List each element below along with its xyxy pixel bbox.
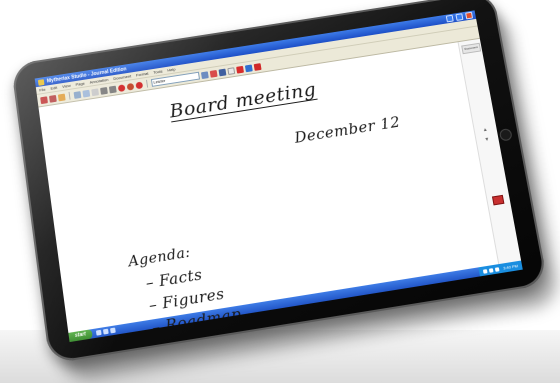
- clock: 3:40 PM: [502, 263, 519, 271]
- save-icon[interactable]: [57, 93, 66, 101]
- toolbar-separator: [146, 79, 149, 88]
- tray-icon[interactable]: [494, 266, 500, 272]
- document-tab[interactable]: Document: [461, 42, 482, 55]
- scroll-down-icon[interactable]: ▼: [484, 136, 491, 143]
- quick-launch-icon[interactable]: [102, 328, 109, 335]
- menu-help[interactable]: Help: [167, 67, 176, 73]
- toolbar-separator: [68, 91, 71, 100]
- red-pen-icon[interactable]: [135, 81, 144, 89]
- print-icon[interactable]: [73, 90, 82, 99]
- color-red-icon[interactable]: [236, 65, 244, 74]
- note-title: Board meeting: [168, 78, 318, 123]
- page-marker-icon[interactable]: [491, 194, 505, 206]
- quick-launch: [95, 327, 116, 336]
- menu-page[interactable]: Page: [75, 81, 85, 87]
- open-icon[interactable]: [48, 94, 57, 103]
- tray-icon[interactable]: [482, 268, 488, 274]
- quick-launch-icon[interactable]: [109, 327, 116, 334]
- app-icon: [37, 78, 45, 86]
- eraser-icon[interactable]: [218, 68, 227, 76]
- menu-view[interactable]: View: [62, 83, 71, 89]
- note-date: December 12: [293, 112, 402, 147]
- orange-ink-icon[interactable]: [126, 82, 135, 91]
- minimize-button[interactable]: [445, 14, 454, 23]
- menu-file[interactable]: File: [39, 87, 46, 93]
- scroll-up-icon[interactable]: ▲: [482, 127, 489, 134]
- pen-icon[interactable]: [200, 70, 209, 79]
- highlighter-icon[interactable]: [209, 69, 218, 78]
- color-blue-icon[interactable]: [244, 64, 253, 72]
- new-icon[interactable]: [40, 95, 48, 104]
- quick-launch-icon[interactable]: [95, 329, 102, 336]
- menu-format[interactable]: Format: [136, 71, 149, 78]
- menu-edit[interactable]: Edit: [50, 85, 57, 91]
- tablet-screen: Mytheriax Studio - Journal Edition File …: [34, 10, 523, 343]
- copy-icon[interactable]: [82, 89, 91, 98]
- close-button[interactable]: [465, 11, 474, 20]
- red-ink-icon[interactable]: [117, 83, 126, 92]
- color-red2-icon[interactable]: [253, 62, 262, 71]
- tray-icon[interactable]: [488, 267, 494, 273]
- agenda-heading: Agenda:: [127, 244, 192, 271]
- home-button[interactable]: [498, 128, 513, 142]
- paste-icon[interactable]: [91, 87, 99, 96]
- redo-icon[interactable]: [108, 85, 117, 93]
- select-icon[interactable]: [227, 66, 236, 75]
- undo-icon[interactable]: [100, 86, 108, 95]
- maximize-button[interactable]: [455, 13, 464, 21]
- menu-tools[interactable]: Tools: [153, 69, 163, 75]
